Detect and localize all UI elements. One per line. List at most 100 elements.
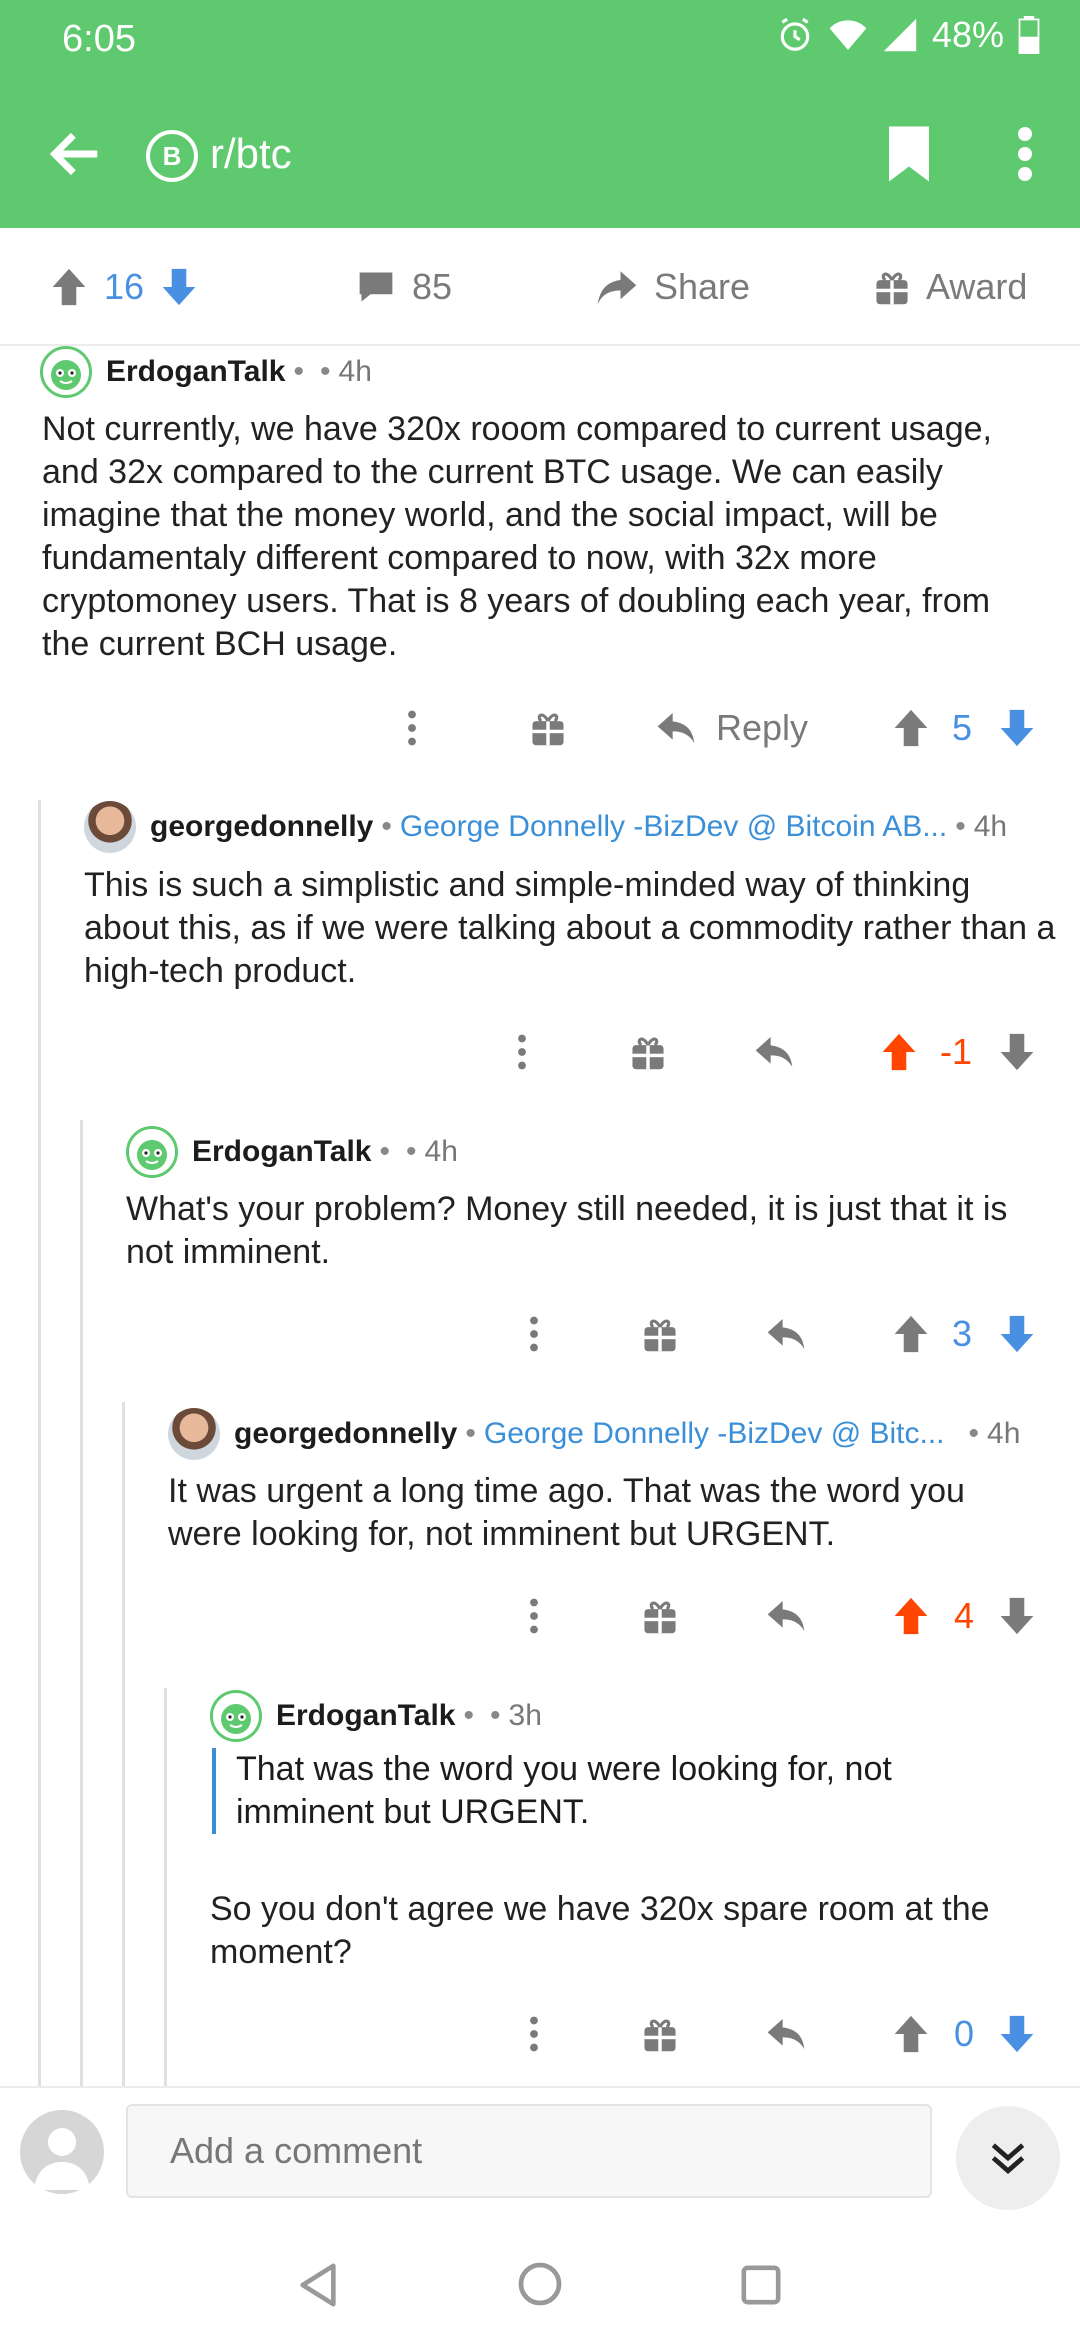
user-avatar[interactable] xyxy=(20,2110,104,2194)
wifi-icon xyxy=(829,20,867,50)
nav-home-icon[interactable] xyxy=(518,2262,562,2306)
separator-dot: • xyxy=(968,1417,980,1450)
double-chevron-down-icon xyxy=(991,2143,1025,2175)
comment-actions: -1 xyxy=(0,1022,1080,1082)
bookmark-icon[interactable] xyxy=(884,124,934,184)
nav-back-icon[interactable] xyxy=(296,2262,340,2308)
upvote-icon[interactable] xyxy=(892,1596,930,1636)
thread-line[interactable] xyxy=(38,800,41,2086)
comment-bubble-icon xyxy=(359,272,393,302)
nav-recents-icon[interactable] xyxy=(740,2264,782,2306)
comment-body: It was urgent a long time ago. That was … xyxy=(168,1472,965,1553)
upvote-icon[interactable] xyxy=(892,1314,930,1354)
upvote-icon[interactable] xyxy=(892,708,930,748)
reply-arrow-icon xyxy=(657,713,695,743)
gift-icon[interactable] xyxy=(630,1033,666,1071)
downvote-icon[interactable] xyxy=(998,1032,1036,1072)
collapse-button[interactable] xyxy=(956,2106,1060,2210)
comment-author[interactable]: georgedonnelly xyxy=(234,1417,457,1451)
gift-icon[interactable] xyxy=(642,1597,678,1635)
reply-button[interactable]: Reply xyxy=(656,698,808,758)
thread-line[interactable] xyxy=(122,1402,125,2086)
share-button[interactable]: Share xyxy=(596,266,750,308)
block-quote: That was the word you were looking for, … xyxy=(212,1748,1016,1834)
comment-score: 3 xyxy=(952,1313,973,1354)
comment-author[interactable]: ErdoganTalk xyxy=(192,1135,371,1169)
comment-composer: Add a comment xyxy=(0,2086,1080,2228)
gift-icon xyxy=(876,272,908,305)
share-arrow-icon xyxy=(597,271,637,305)
comment-actions: 4 xyxy=(0,1586,1080,1646)
comment-author[interactable]: ErdoganTalk xyxy=(276,1699,455,1733)
comment-actions: Reply 5 xyxy=(0,698,1080,758)
comment-score: -1 xyxy=(940,1031,973,1072)
battery-percent: 48% xyxy=(931,14,1004,55)
comment-score: 0 xyxy=(954,2013,975,2054)
more-options-icon[interactable] xyxy=(1010,124,1040,184)
avatar[interactable] xyxy=(210,1690,262,1742)
more-options-icon[interactable] xyxy=(528,1598,540,1634)
separator-dot: • xyxy=(379,1135,390,1168)
avatar[interactable] xyxy=(84,801,136,853)
award-label: Award xyxy=(926,266,1028,307)
subreddit-icon-letter: B xyxy=(162,140,182,171)
comment-author[interactable]: georgedonnelly xyxy=(150,810,373,844)
comment-author[interactable]: ErdoganTalk xyxy=(106,355,285,389)
upvote-icon[interactable] xyxy=(892,2014,930,2054)
reply-arrow-icon[interactable] xyxy=(766,1317,806,1351)
separator-dot: • xyxy=(465,1417,476,1450)
system-nav-bar xyxy=(0,2226,1080,2340)
add-comment-placeholder: Add a comment xyxy=(170,2130,423,2171)
comment-body: Not currently, we have 320x rooom compar… xyxy=(42,410,992,663)
comment-actions: 0 xyxy=(0,2004,1080,2064)
alarm-icon xyxy=(780,17,810,51)
gift-icon[interactable] xyxy=(642,1315,678,1353)
award-button[interactable]: Award xyxy=(874,266,1027,308)
comments-button[interactable]: 85 xyxy=(356,266,452,308)
comment-age: 4h xyxy=(987,1417,1021,1450)
separator-dot: • xyxy=(490,1699,501,1732)
downvote-icon[interactable] xyxy=(998,708,1036,748)
gift-icon[interactable] xyxy=(642,2015,678,2053)
upvote-icon[interactable] xyxy=(880,1032,918,1072)
status-bar: 6:05 48% xyxy=(0,0,1080,78)
more-options-icon[interactable] xyxy=(528,1316,540,1352)
downvote-icon[interactable] xyxy=(998,2014,1036,2054)
more-options-icon[interactable] xyxy=(406,710,418,746)
downvote-icon[interactable] xyxy=(160,267,198,307)
gift-icon[interactable] xyxy=(530,709,566,747)
post-action-bar: 16 85 Share Award xyxy=(0,228,1080,346)
more-options-icon[interactable] xyxy=(528,2016,540,2052)
comment-age: 4h xyxy=(338,355,372,388)
comment-score: 5 xyxy=(952,707,973,748)
avatar[interactable] xyxy=(40,346,92,398)
user-flair: George Donnelly -BizDev @ Bitc... xyxy=(483,1417,945,1450)
subreddit-title[interactable]: r/btc xyxy=(210,130,292,178)
share-label: Share xyxy=(654,266,751,307)
reply-arrow-icon[interactable] xyxy=(754,1035,794,1069)
avatar[interactable] xyxy=(126,1126,178,1178)
avatar[interactable] xyxy=(168,1408,220,1460)
comment-age: 4h xyxy=(424,1135,458,1168)
upvote-icon[interactable] xyxy=(50,267,88,307)
comment-body: What's your problem? Money still needed,… xyxy=(126,1190,1008,1271)
comment-header: ErdoganTalk • • 4h xyxy=(126,1126,458,1178)
downvote-icon[interactable] xyxy=(998,1596,1036,1636)
back-arrow-icon[interactable] xyxy=(44,122,108,186)
post-score: 16 xyxy=(104,266,145,307)
reply-arrow-icon[interactable] xyxy=(766,1599,806,1633)
reply-arrow-icon[interactable] xyxy=(766,2017,806,2051)
comment-score: 4 xyxy=(954,1595,975,1636)
comment-header: georgedonnelly • George Donnelly -BizDev… xyxy=(168,1408,1048,1460)
add-comment-input[interactable]: Add a comment xyxy=(126,2104,932,2198)
user-flair: George Donnelly -BizDev @ Bitcoin AB... xyxy=(399,810,948,843)
separator-dot: • xyxy=(320,355,331,388)
comment-header: georgedonnelly • George Donnelly -BizDev… xyxy=(84,801,1044,853)
battery-icon xyxy=(1018,16,1040,54)
subreddit-icon: B xyxy=(146,130,198,182)
separator-dot: • xyxy=(955,810,966,843)
comment-actions: 3 xyxy=(0,1304,1080,1364)
downvote-icon[interactable] xyxy=(998,1314,1036,1354)
more-options-icon[interactable] xyxy=(516,1034,528,1070)
comments-count: 85 xyxy=(412,266,453,307)
